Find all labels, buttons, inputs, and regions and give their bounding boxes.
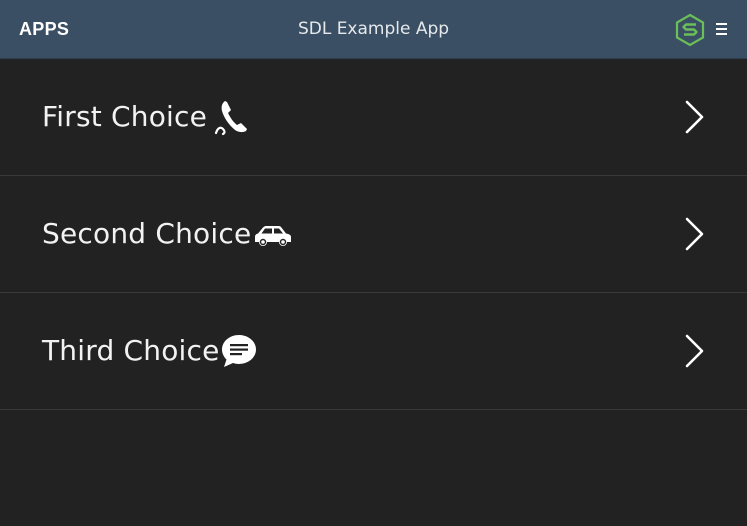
choice-list: First Choice Second Choice Third Choice: [0, 59, 747, 410]
app-title: SDL Example App: [297, 19, 450, 39]
choice-label: Third Choice: [42, 334, 220, 367]
hamburger-menu-icon[interactable]: [716, 20, 730, 38]
car-icon: [255, 226, 291, 246]
sdl-app-screen: APPS SDL Example App First Choice Second…: [0, 0, 747, 526]
choice-row-first[interactable]: First Choice: [0, 59, 747, 176]
chat-bubble-icon: [222, 335, 256, 367]
choice-label: Second Choice: [42, 217, 252, 250]
choice-row-second[interactable]: Second Choice: [0, 176, 747, 293]
chevron-right-icon: [685, 100, 704, 134]
phone-icon: [214, 101, 247, 136]
chevron-right-icon: [685, 217, 704, 251]
choice-row-third[interactable]: Third Choice: [0, 293, 747, 410]
apps-button[interactable]: APPS: [19, 0, 69, 58]
top-bar: APPS SDL Example App: [0, 0, 747, 59]
sdl-logo-icon: [675, 13, 705, 47]
choice-label: First Choice: [42, 100, 208, 133]
chevron-right-icon: [685, 334, 704, 368]
